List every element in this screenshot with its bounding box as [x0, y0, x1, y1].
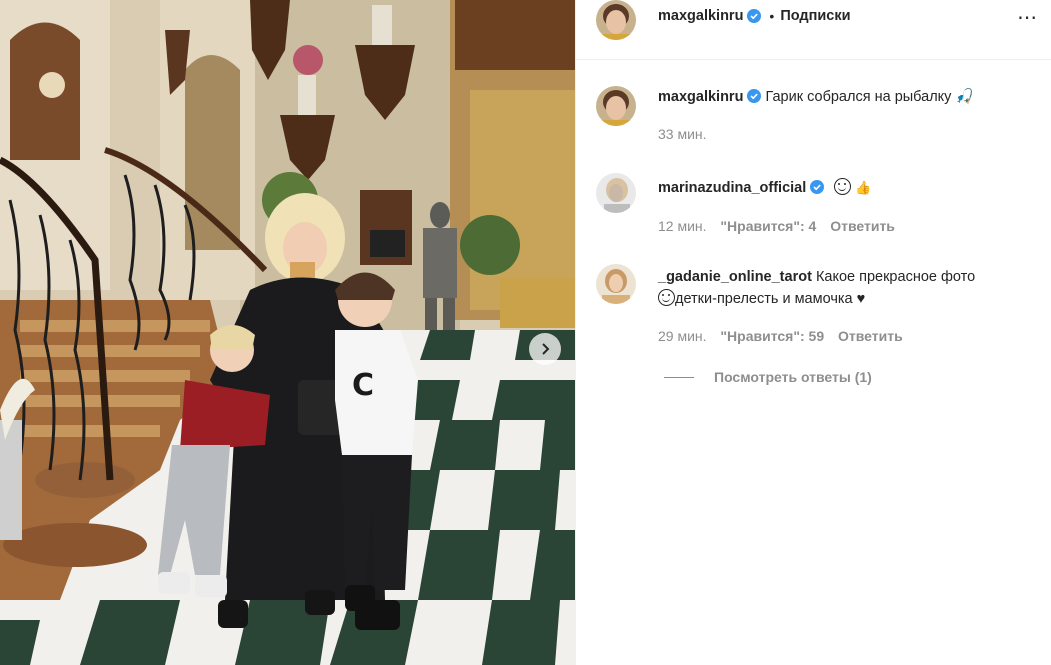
header-user-line: maxgalkinru • Подписки: [658, 8, 851, 24]
comment-emoji: 👍: [855, 180, 872, 195]
caption-avatar[interactable]: [596, 86, 636, 126]
avatar-max-image: [596, 86, 636, 126]
avatar-tarot-image: [596, 264, 636, 304]
photo-illustration: C: [0, 0, 575, 665]
smile-emoji-icon: [834, 178, 852, 195]
chevron-right-icon: [542, 343, 550, 355]
verified-badge-icon: [747, 9, 762, 23]
caption-meta: 33 мин.: [658, 126, 717, 142]
caption-text: Гарик собрался на рыбалку 🎣: [765, 89, 974, 105]
comment-time[interactable]: 12 мин.: [658, 218, 707, 234]
comment-text-line1: Какое прекрасное фото: [815, 269, 976, 285]
caption-body: maxgalkinru Гарик собрался на рыбалку 🎣: [658, 86, 1038, 108]
more-options-icon[interactable]: ⋯: [1017, 8, 1038, 28]
comment-body: marinazudina_official 👍: [658, 177, 872, 199]
post-header: maxgalkinru • Подписки ⋯: [576, 0, 1051, 60]
comment-meta: 12 мин. "Нравится": 4 Ответить: [658, 218, 905, 234]
avatar-marina-image: [596, 173, 636, 213]
comment-reply-button[interactable]: Ответить: [838, 328, 903, 344]
comment-likes[interactable]: "Нравится": 4: [720, 218, 816, 234]
comment-avatar[interactable]: [596, 264, 636, 304]
header-username[interactable]: maxgalkinru: [658, 8, 743, 24]
following-button[interactable]: Подписки: [780, 8, 850, 24]
comment-reply-button[interactable]: Ответить: [830, 218, 895, 234]
svg-text:C: C: [352, 368, 374, 403]
comment-time[interactable]: 29 мин.: [658, 328, 707, 344]
view-replies-label: Посмотреть ответы (1): [714, 369, 872, 385]
comment-meta: 29 мин. "Нравится": 59 Ответить: [658, 328, 913, 344]
replies-divider-line: [664, 376, 694, 378]
view-replies-button[interactable]: Посмотреть ответы (1): [664, 369, 872, 385]
comment-body: _gadanie_online_tarot Какое прекрасное ф…: [658, 266, 1038, 310]
verified-badge-icon: [810, 180, 825, 194]
post-photo: C: [0, 0, 575, 665]
comment-avatar[interactable]: [596, 173, 636, 213]
avatar-max-image: [596, 0, 636, 40]
author-avatar[interactable]: [596, 0, 636, 40]
post-side-panel: maxgalkinru • Подписки ⋯ maxgalkinru Гар…: [575, 0, 1051, 665]
caption-username[interactable]: maxgalkinru: [658, 89, 743, 105]
carousel-next-button[interactable]: [529, 333, 561, 365]
comment-likes[interactable]: "Нравится": 59: [720, 328, 824, 344]
caption-time[interactable]: 33 мин.: [658, 126, 707, 142]
verified-badge-icon: [747, 89, 762, 103]
comment-text-line2: детки-прелесть и мамочка ♥: [675, 291, 866, 307]
smile-emoji-icon: [658, 289, 675, 306]
comment-username[interactable]: marinazudina_official: [658, 180, 806, 196]
comment-username[interactable]: _gadanie_online_tarot: [658, 269, 812, 285]
follow-separator: •: [769, 8, 775, 24]
